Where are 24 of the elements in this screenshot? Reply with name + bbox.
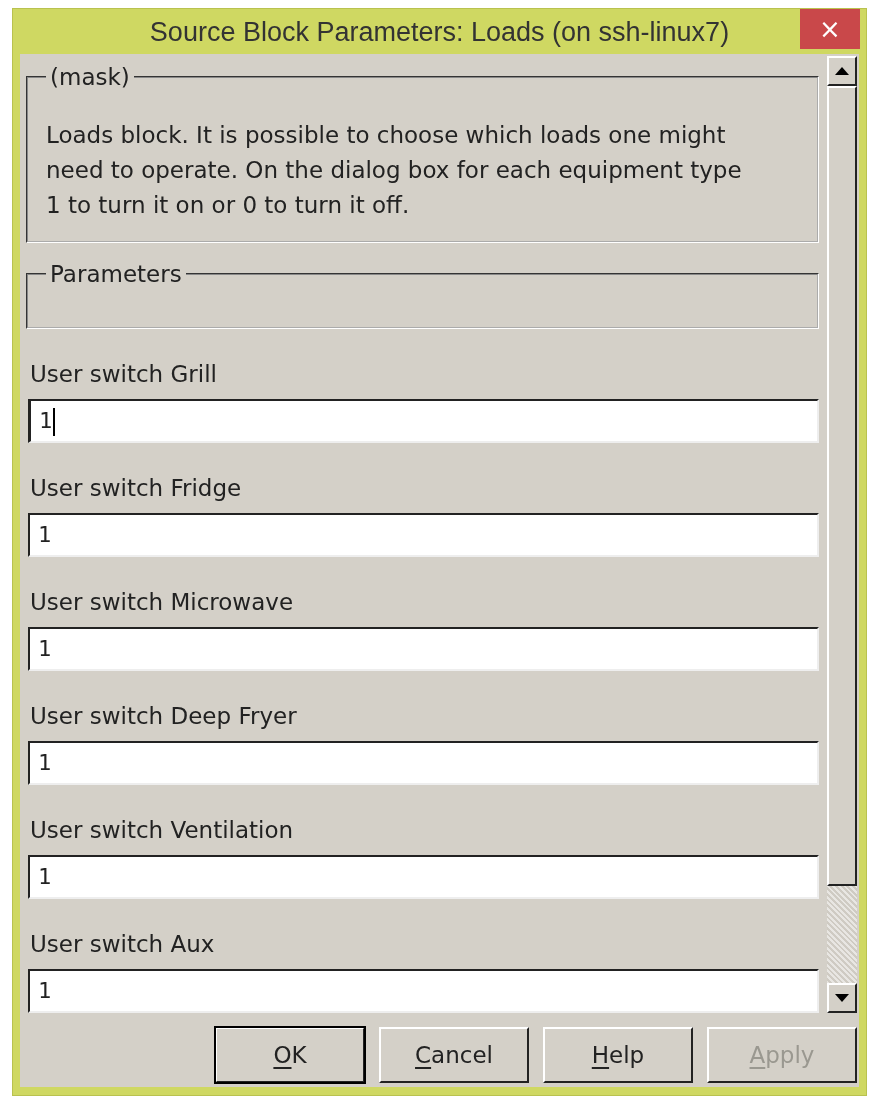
up-arrow-icon [835,67,849,75]
input-field[interactable]: 1 [28,741,819,785]
dialog-button[interactable]: OK [215,1027,365,1083]
input-field[interactable]: 1 [28,513,819,557]
input-field[interactable]: 1 [28,855,819,899]
close-button[interactable]: × [800,9,860,49]
scroll-thumb[interactable] [827,86,857,886]
field-label: User switch Grill [30,360,218,389]
down-arrow-icon [835,994,849,1002]
scrollbar[interactable] [827,56,857,1013]
field-label: User switch Aux [30,930,216,959]
dialog-button[interactable]: Help [543,1027,693,1083]
input-field[interactable]: 1 [28,969,819,1013]
field-label: User switch Microwave [30,588,295,617]
window-title: Source Block Parameters: Loads (on ssh-linux7) [149,16,730,50]
field-label: User switch Deep Fryer [30,702,298,731]
input-field[interactable]: 1 [28,399,819,443]
scroll-down-button[interactable] [827,983,857,1013]
input-field[interactable]: 1 [28,627,819,671]
dialog-button[interactable]: Cancel [379,1027,529,1083]
field-label: User switch Fridge [30,474,243,503]
description-text: Loads block. It is possible to choose which loads one might need to operate. On the dialog box for each equipment type 1 to turn it on or 0 to turn it off. [45,121,743,220]
field-label: User switch Ventilation [30,816,295,845]
scroll-up-button[interactable] [827,56,857,86]
